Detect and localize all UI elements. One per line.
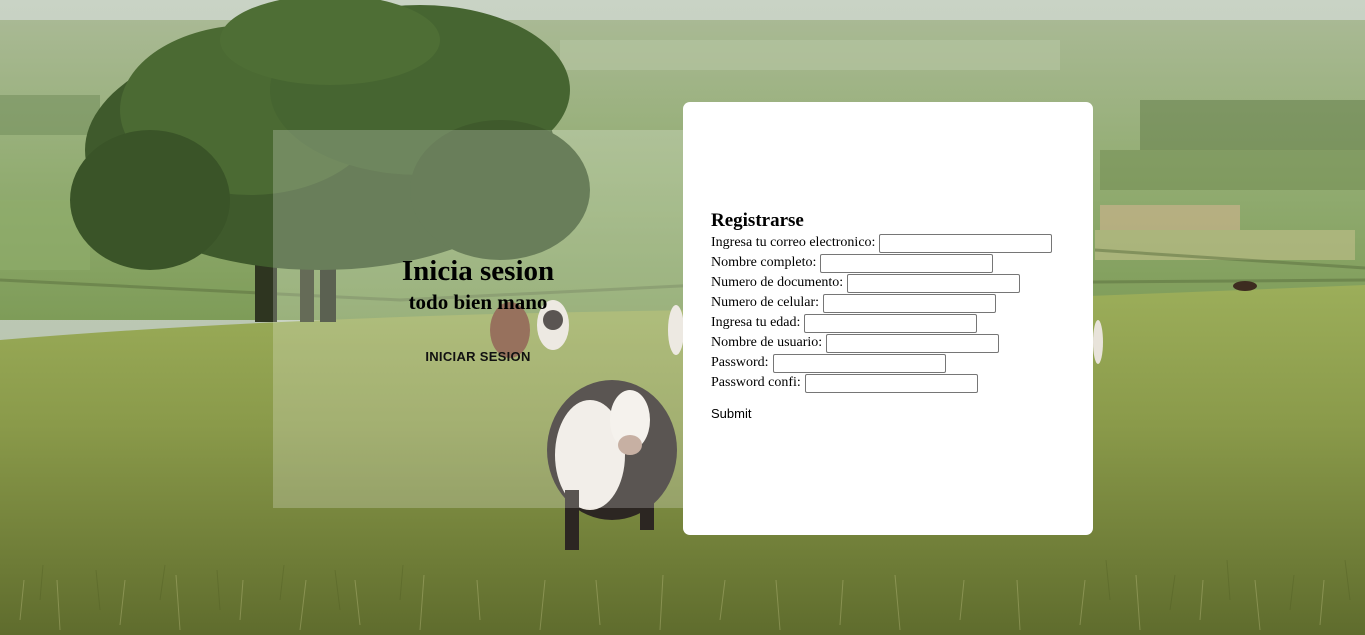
password-field[interactable] [772, 353, 946, 373]
submit-button[interactable]: Submit [711, 406, 751, 421]
email-label: Ingresa tu correo electronico: [711, 235, 876, 250]
register-form: Registrarse Ingresa tu correo electronic… [711, 210, 1081, 423]
login-panel: Inicia sesion todo bien mano INICIAR SES… [273, 130, 683, 508]
document-number-row: Numero de documento: [711, 273, 1081, 293]
phone-number-label: Numero de celular: [711, 295, 820, 310]
password-row: Password: [711, 353, 1081, 373]
username-field[interactable] [826, 333, 1000, 353]
register-card: Registrarse Ingresa tu correo electronic… [683, 102, 1093, 535]
register-title: Registrarse [711, 210, 804, 231]
phone-number-field[interactable] [823, 293, 997, 313]
username-row: Nombre de usuario: [711, 333, 1081, 353]
email-row: Ingresa tu correo electronico: [711, 233, 1081, 253]
document-number-field[interactable] [847, 273, 1021, 293]
password-confirm-field[interactable] [804, 373, 978, 393]
full-name-field[interactable] [820, 253, 994, 273]
password-confirm-row: Password confi: [711, 373, 1081, 393]
age-field[interactable] [804, 313, 978, 333]
email-field[interactable] [879, 233, 1053, 253]
username-label: Nombre de usuario: [711, 335, 823, 350]
login-title: Inicia sesion [401, 255, 555, 287]
document-number-label: Numero de documento: [711, 275, 844, 290]
full-name-row: Nombre completo: [711, 253, 1081, 273]
iniciar-sesion-button[interactable]: INICIAR SESION [413, 347, 543, 365]
password-label: Password: [711, 355, 769, 370]
phone-number-row: Numero de celular: [711, 293, 1081, 313]
full-name-label: Nombre completo: [711, 255, 817, 270]
password-confirm-label: Password confi: [711, 375, 801, 390]
age-label: Ingresa tu edad: [711, 315, 801, 330]
age-row: Ingresa tu edad: [711, 313, 1081, 333]
login-subtitle: todo bien mano [408, 290, 548, 314]
